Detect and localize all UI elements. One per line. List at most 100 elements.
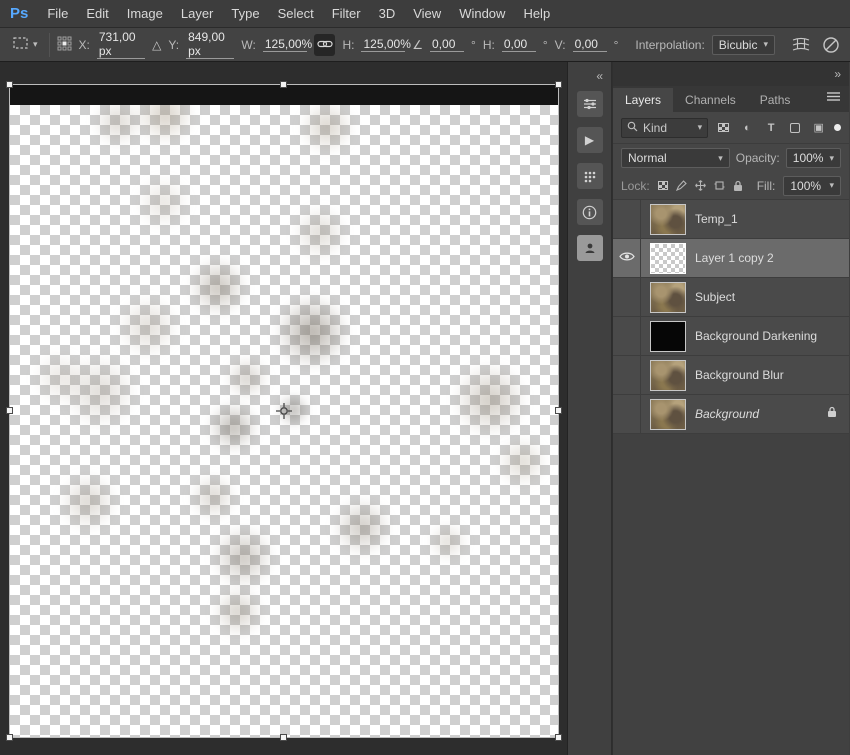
transform-tool-button[interactable]: ▾ <box>8 34 42 56</box>
layer-name[interactable]: Layer 1 copy 2 <box>695 251 774 265</box>
visibility-toggle[interactable] <box>613 278 641 316</box>
menu-layer[interactable]: Layer <box>172 6 223 21</box>
blend-mode-value: Normal <box>628 151 667 165</box>
layer-name[interactable]: Subject <box>695 290 735 304</box>
filter-type-layers-icon[interactable]: T <box>763 120 780 136</box>
layer-name[interactable]: Background Darkening <box>695 329 817 343</box>
blur-blob <box>428 522 468 562</box>
menu-window[interactable]: Window <box>450 6 514 21</box>
layer-row-subject[interactable]: Subject <box>613 278 849 317</box>
layer-row-temp-1[interactable]: Temp_1 <box>613 200 849 239</box>
opacity-value: 100% <box>792 151 824 165</box>
tab-layers[interactable]: Layers <box>613 88 674 112</box>
transform-handle-top-right[interactable] <box>555 81 562 88</box>
visibility-toggle[interactable] <box>613 356 641 394</box>
h-skew-input[interactable]: 0,00 <box>501 37 536 52</box>
adjustments-panel-icon[interactable] <box>576 163 603 189</box>
fill-dropdown[interactable]: 100% ▾ <box>783 175 841 196</box>
transform-bounding-box[interactable] <box>6 81 562 741</box>
y-input[interactable]: 849,00 px <box>186 30 235 59</box>
menu-file[interactable]: File <box>38 6 77 21</box>
panel-topbar: » <box>613 62 849 86</box>
transform-handle-top-middle[interactable] <box>280 81 287 88</box>
layer-row-background-darkening[interactable]: Background Darkening <box>613 317 849 356</box>
menu-view[interactable]: View <box>404 6 450 21</box>
panel-menu-icon[interactable] <box>827 88 849 112</box>
height-input[interactable]: 125,00% <box>361 37 411 52</box>
lock-label: Lock: <box>621 178 650 193</box>
transform-handle-bottom-left[interactable] <box>6 734 13 741</box>
menu-edit[interactable]: Edit <box>77 6 117 21</box>
actions-panel-icon[interactable]: ▶ <box>576 127 603 153</box>
layer-name[interactable]: Background <box>695 407 759 421</box>
reference-point-grid-icon[interactable] <box>57 36 72 54</box>
cancel-transform-button[interactable] <box>820 34 842 56</box>
filter-pixel-layers-icon[interactable] <box>715 120 732 136</box>
canvas-area[interactable] <box>0 62 568 755</box>
filter-shape-layers-icon[interactable] <box>786 120 803 136</box>
lock-position-move-icon[interactable] <box>694 180 706 191</box>
filter-kind-dropdown[interactable]: Kind ▾ <box>621 117 709 138</box>
tab-paths[interactable]: Paths <box>748 88 803 112</box>
filter-smart-objects-icon[interactable]: ▣ <box>810 120 827 136</box>
blur-blob <box>92 105 144 148</box>
expand-panel-icon[interactable]: » <box>834 67 841 81</box>
maintain-aspect-ratio-button[interactable] <box>313 33 336 56</box>
layer-thumbnail[interactable] <box>650 242 686 274</box>
eye-icon <box>618 249 635 267</box>
opacity-dropdown[interactable]: 100% ▾ <box>785 148 841 168</box>
warp-mode-button[interactable] <box>789 35 813 54</box>
layer-thumbnail[interactable] <box>650 398 686 430</box>
visibility-toggle[interactable] <box>613 317 641 355</box>
layer-row-background[interactable]: Background <box>613 395 849 434</box>
tab-channels[interactable]: Channels <box>673 88 748 112</box>
visibility-toggle[interactable] <box>613 200 641 238</box>
lock-artboard-icon[interactable] <box>714 180 725 191</box>
lock-transparency-icon[interactable] <box>657 181 668 190</box>
menu-image[interactable]: Image <box>118 6 172 21</box>
libraries-panel-icon[interactable] <box>576 235 603 261</box>
chevron-down-icon: ▾ <box>718 152 723 163</box>
delta-icon[interactable]: △ <box>152 38 161 52</box>
transform-handle-bottom-middle[interactable] <box>280 734 287 741</box>
collapse-dock-icon[interactable]: « <box>596 66 611 86</box>
layer-thumbnail[interactable] <box>650 203 686 235</box>
visibility-toggle[interactable] <box>613 239 641 277</box>
h-skew-degree-sign: ° <box>542 37 548 52</box>
fill-value: 100% <box>790 178 822 193</box>
transform-tool-icon <box>12 36 30 54</box>
width-input[interactable]: 125,00% <box>262 37 312 52</box>
visibility-toggle[interactable] <box>613 395 641 433</box>
lock-pixels-brush-icon[interactable] <box>675 180 687 191</box>
fill-label: Fill: <box>756 178 776 193</box>
blur-blob <box>116 295 180 359</box>
v-skew-input[interactable]: 0,00 <box>572 37 607 52</box>
interpolation-dropdown[interactable]: Bicubic ▾ <box>711 34 775 55</box>
angle-input[interactable]: 0,00 <box>430 37 465 52</box>
menu-type[interactable]: Type <box>222 6 268 21</box>
layer-thumbnail[interactable] <box>650 281 686 313</box>
transform-center-point-icon[interactable] <box>275 402 293 425</box>
transform-handle-bottom-right[interactable] <box>555 734 562 741</box>
width-label: W: <box>241 37 256 52</box>
blend-mode-dropdown[interactable]: Normal ▾ <box>621 148 730 168</box>
layer-name[interactable]: Temp_1 <box>695 212 738 226</box>
x-input[interactable]: 731,00 px <box>96 30 146 59</box>
layer-row-layer-1-copy-2[interactable]: Layer 1 copy 2 <box>613 239 849 278</box>
filter-toggle-icon[interactable] <box>834 124 841 131</box>
filter-adjustment-layers-icon[interactable]: ◐ <box>739 120 756 136</box>
menu-select[interactable]: Select <box>269 6 323 21</box>
layer-name[interactable]: Background Blur <box>695 368 784 382</box>
layer-row-background-blur[interactable]: Background Blur <box>613 356 849 395</box>
menu-3d[interactable]: 3D <box>370 6 405 21</box>
properties-panel-icon[interactable] <box>576 91 603 117</box>
layer-thumbnail[interactable] <box>650 359 686 391</box>
transform-handle-middle-left[interactable] <box>6 407 13 414</box>
layer-thumbnail[interactable] <box>650 320 686 352</box>
menu-help[interactable]: Help <box>514 6 559 21</box>
transform-handle-top-left[interactable] <box>6 81 13 88</box>
menu-filter[interactable]: Filter <box>323 6 370 21</box>
transform-handle-middle-right[interactable] <box>555 407 562 414</box>
info-panel-icon[interactable] <box>576 199 603 225</box>
lock-all-icon[interactable] <box>733 180 743 192</box>
